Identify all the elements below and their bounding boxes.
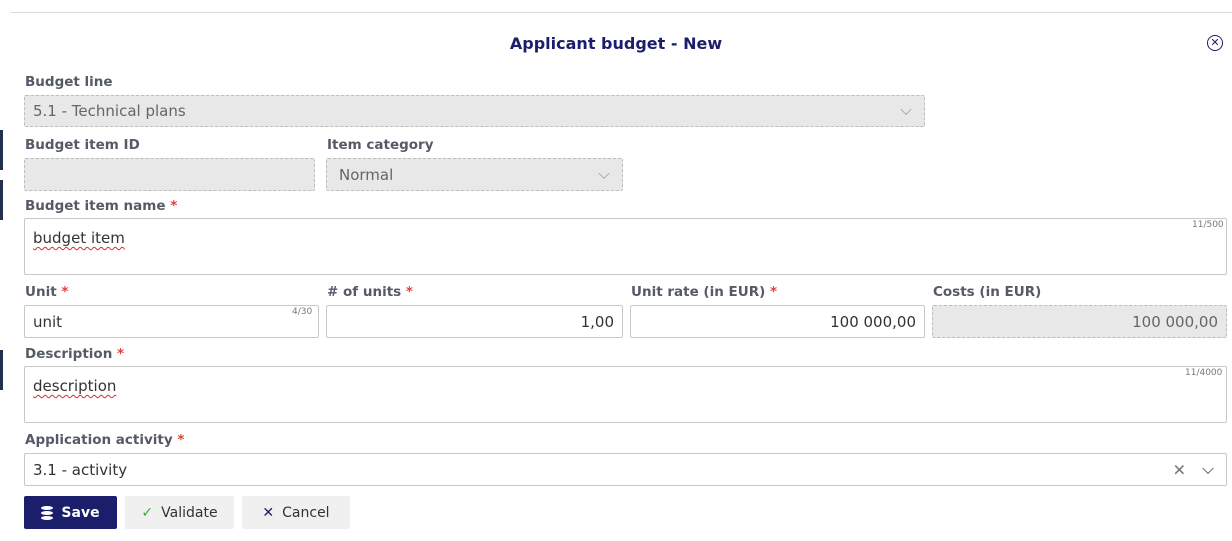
- description-counter: 11/4000: [1185, 368, 1223, 378]
- num-units-value: 1,00: [580, 312, 614, 331]
- budget-item-name-textarea[interactable]: budget item: [24, 218, 1227, 275]
- budget-line-select[interactable]: 5.1 - Technical plans: [24, 95, 925, 127]
- unit-rate-value: 100 000,00: [830, 312, 916, 331]
- chevron-down-icon[interactable]: [1202, 462, 1214, 474]
- budget-line-label: Budget line: [25, 74, 113, 90]
- dialog-title: Applicant budget - New: [509, 34, 723, 53]
- num-units-label: # of units *: [327, 284, 413, 300]
- application-activity-value: 3.1 - activity: [33, 460, 128, 479]
- validate-button-label: Validate: [161, 504, 218, 521]
- edge-marker: [0, 180, 3, 220]
- chevron-down-icon: [598, 167, 610, 179]
- x-icon: ✕: [262, 504, 275, 521]
- cancel-button[interactable]: ✕ Cancel: [242, 496, 350, 529]
- application-activity-label: Application activity *: [25, 432, 185, 448]
- description-textarea[interactable]: description: [24, 366, 1227, 423]
- unit-rate-label: Unit rate (in EUR) *: [631, 284, 778, 300]
- num-units-input[interactable]: 1,00: [326, 305, 623, 338]
- check-icon: ✓: [141, 504, 154, 521]
- left-edge: [0, 0, 3, 541]
- unit-counter: 4/30: [292, 307, 313, 317]
- item-category-label: Item category: [327, 137, 434, 153]
- application-activity-select[interactable]: 3.1 - activity ✕: [24, 453, 1227, 486]
- chevron-down-icon: [900, 103, 912, 116]
- costs-value: 100 000,00: [1132, 312, 1218, 331]
- unit-value: unit: [33, 312, 63, 331]
- unit-label: Unit *: [25, 284, 69, 300]
- budget-line-value: 5.1 - Technical plans: [33, 102, 186, 120]
- save-button[interactable]: Save: [24, 496, 117, 529]
- description-value: description: [33, 377, 117, 395]
- budget-item-name-value: budget item: [33, 229, 125, 247]
- edge-marker: [0, 130, 3, 170]
- database-icon: [41, 505, 54, 520]
- cancel-button-label: Cancel: [282, 504, 330, 521]
- close-icon[interactable]: ✕: [1207, 35, 1223, 51]
- costs-label: Costs (in EUR): [933, 284, 1042, 300]
- budget-item-name-label: Budget item name *: [25, 198, 178, 214]
- dialog-top-border: [10, 12, 1232, 13]
- validate-button[interactable]: ✓ Validate: [125, 496, 234, 529]
- edge-marker: [0, 350, 3, 390]
- budget-item-id-field: [24, 158, 315, 191]
- unit-input[interactable]: unit: [24, 305, 319, 338]
- item-category-value: Normal: [339, 165, 394, 184]
- description-label: Description *: [25, 346, 125, 362]
- costs-field: 100 000,00: [932, 305, 1227, 338]
- item-category-select[interactable]: Normal: [326, 158, 623, 191]
- unit-rate-input[interactable]: 100 000,00: [630, 305, 925, 338]
- applicant-budget-dialog: Applicant budget - New ✕ Budget line 5.1…: [0, 0, 1232, 541]
- budget-item-name-counter: 11/500: [1192, 220, 1224, 230]
- budget-item-id-label: Budget item ID: [25, 137, 140, 153]
- clear-icon[interactable]: ✕: [1173, 460, 1186, 479]
- save-button-label: Save: [61, 504, 100, 521]
